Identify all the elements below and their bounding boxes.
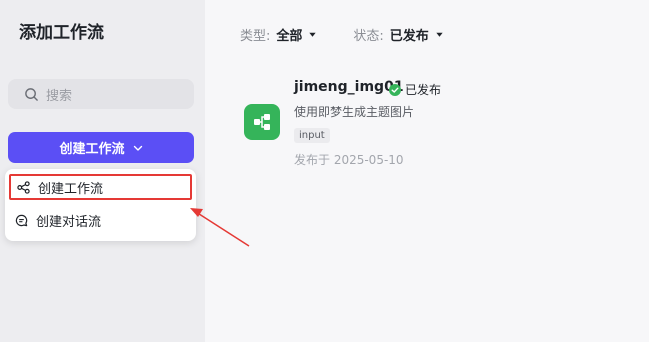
create-workflow-button-label: 创建工作流 bbox=[59, 142, 125, 157]
create-dropdown-menu: 创建工作流 创建对话流 bbox=[5, 169, 196, 241]
menu-item-create-chatflow[interactable]: 创建对话流 bbox=[9, 207, 192, 233]
publish-date: 发布于 2025-05-10 bbox=[294, 153, 404, 167]
workflow-description: 使用即梦生成主题图片 bbox=[294, 105, 415, 119]
caret-down-icon bbox=[309, 32, 317, 37]
menu-item-label: 创建工作流 bbox=[38, 181, 104, 197]
caret-down-icon bbox=[436, 32, 443, 37]
status-badge-label: 已发布 bbox=[405, 83, 442, 97]
search-placeholder: 搜索 bbox=[46, 88, 73, 104]
search-input[interactable]: 搜索 bbox=[8, 79, 194, 109]
filter-bar: 类型: 全部 状态: 已发布 bbox=[240, 25, 480, 44]
status-filter-value: 已发布 bbox=[389, 29, 429, 44]
create-workflow-button[interactable]: 创建工作流 bbox=[8, 132, 194, 163]
input-tag: input bbox=[294, 128, 330, 143]
type-filter-value: 全部 bbox=[276, 29, 303, 44]
menu-item-label: 创建对话流 bbox=[36, 214, 102, 230]
status-badge: 已发布 bbox=[389, 81, 441, 98]
sidebar-title: 添加工作流 bbox=[19, 23, 104, 43]
workflow-card-icon[interactable] bbox=[244, 104, 280, 140]
sidebar: 添加工作流 搜索 创建工作流 创建工作流 创建对话流 bbox=[0, 0, 205, 342]
status-filter[interactable]: 状态: 已发布 bbox=[353, 25, 443, 44]
type-filter-label: 类型: bbox=[240, 29, 271, 44]
chevron-down-icon bbox=[133, 145, 142, 151]
workflow-name[interactable]: jimeng_img01 bbox=[294, 79, 404, 95]
workflow-icon bbox=[254, 114, 270, 130]
status-filter-label: 状态: bbox=[353, 29, 384, 44]
search-icon bbox=[25, 87, 38, 101]
chat-icon bbox=[15, 214, 28, 226]
workflow-icon bbox=[17, 180, 30, 194]
menu-item-create-workflow[interactable]: 创建工作流 bbox=[9, 174, 192, 200]
type-filter[interactable]: 类型: 全部 bbox=[240, 25, 317, 44]
check-circle-icon bbox=[389, 83, 401, 96]
